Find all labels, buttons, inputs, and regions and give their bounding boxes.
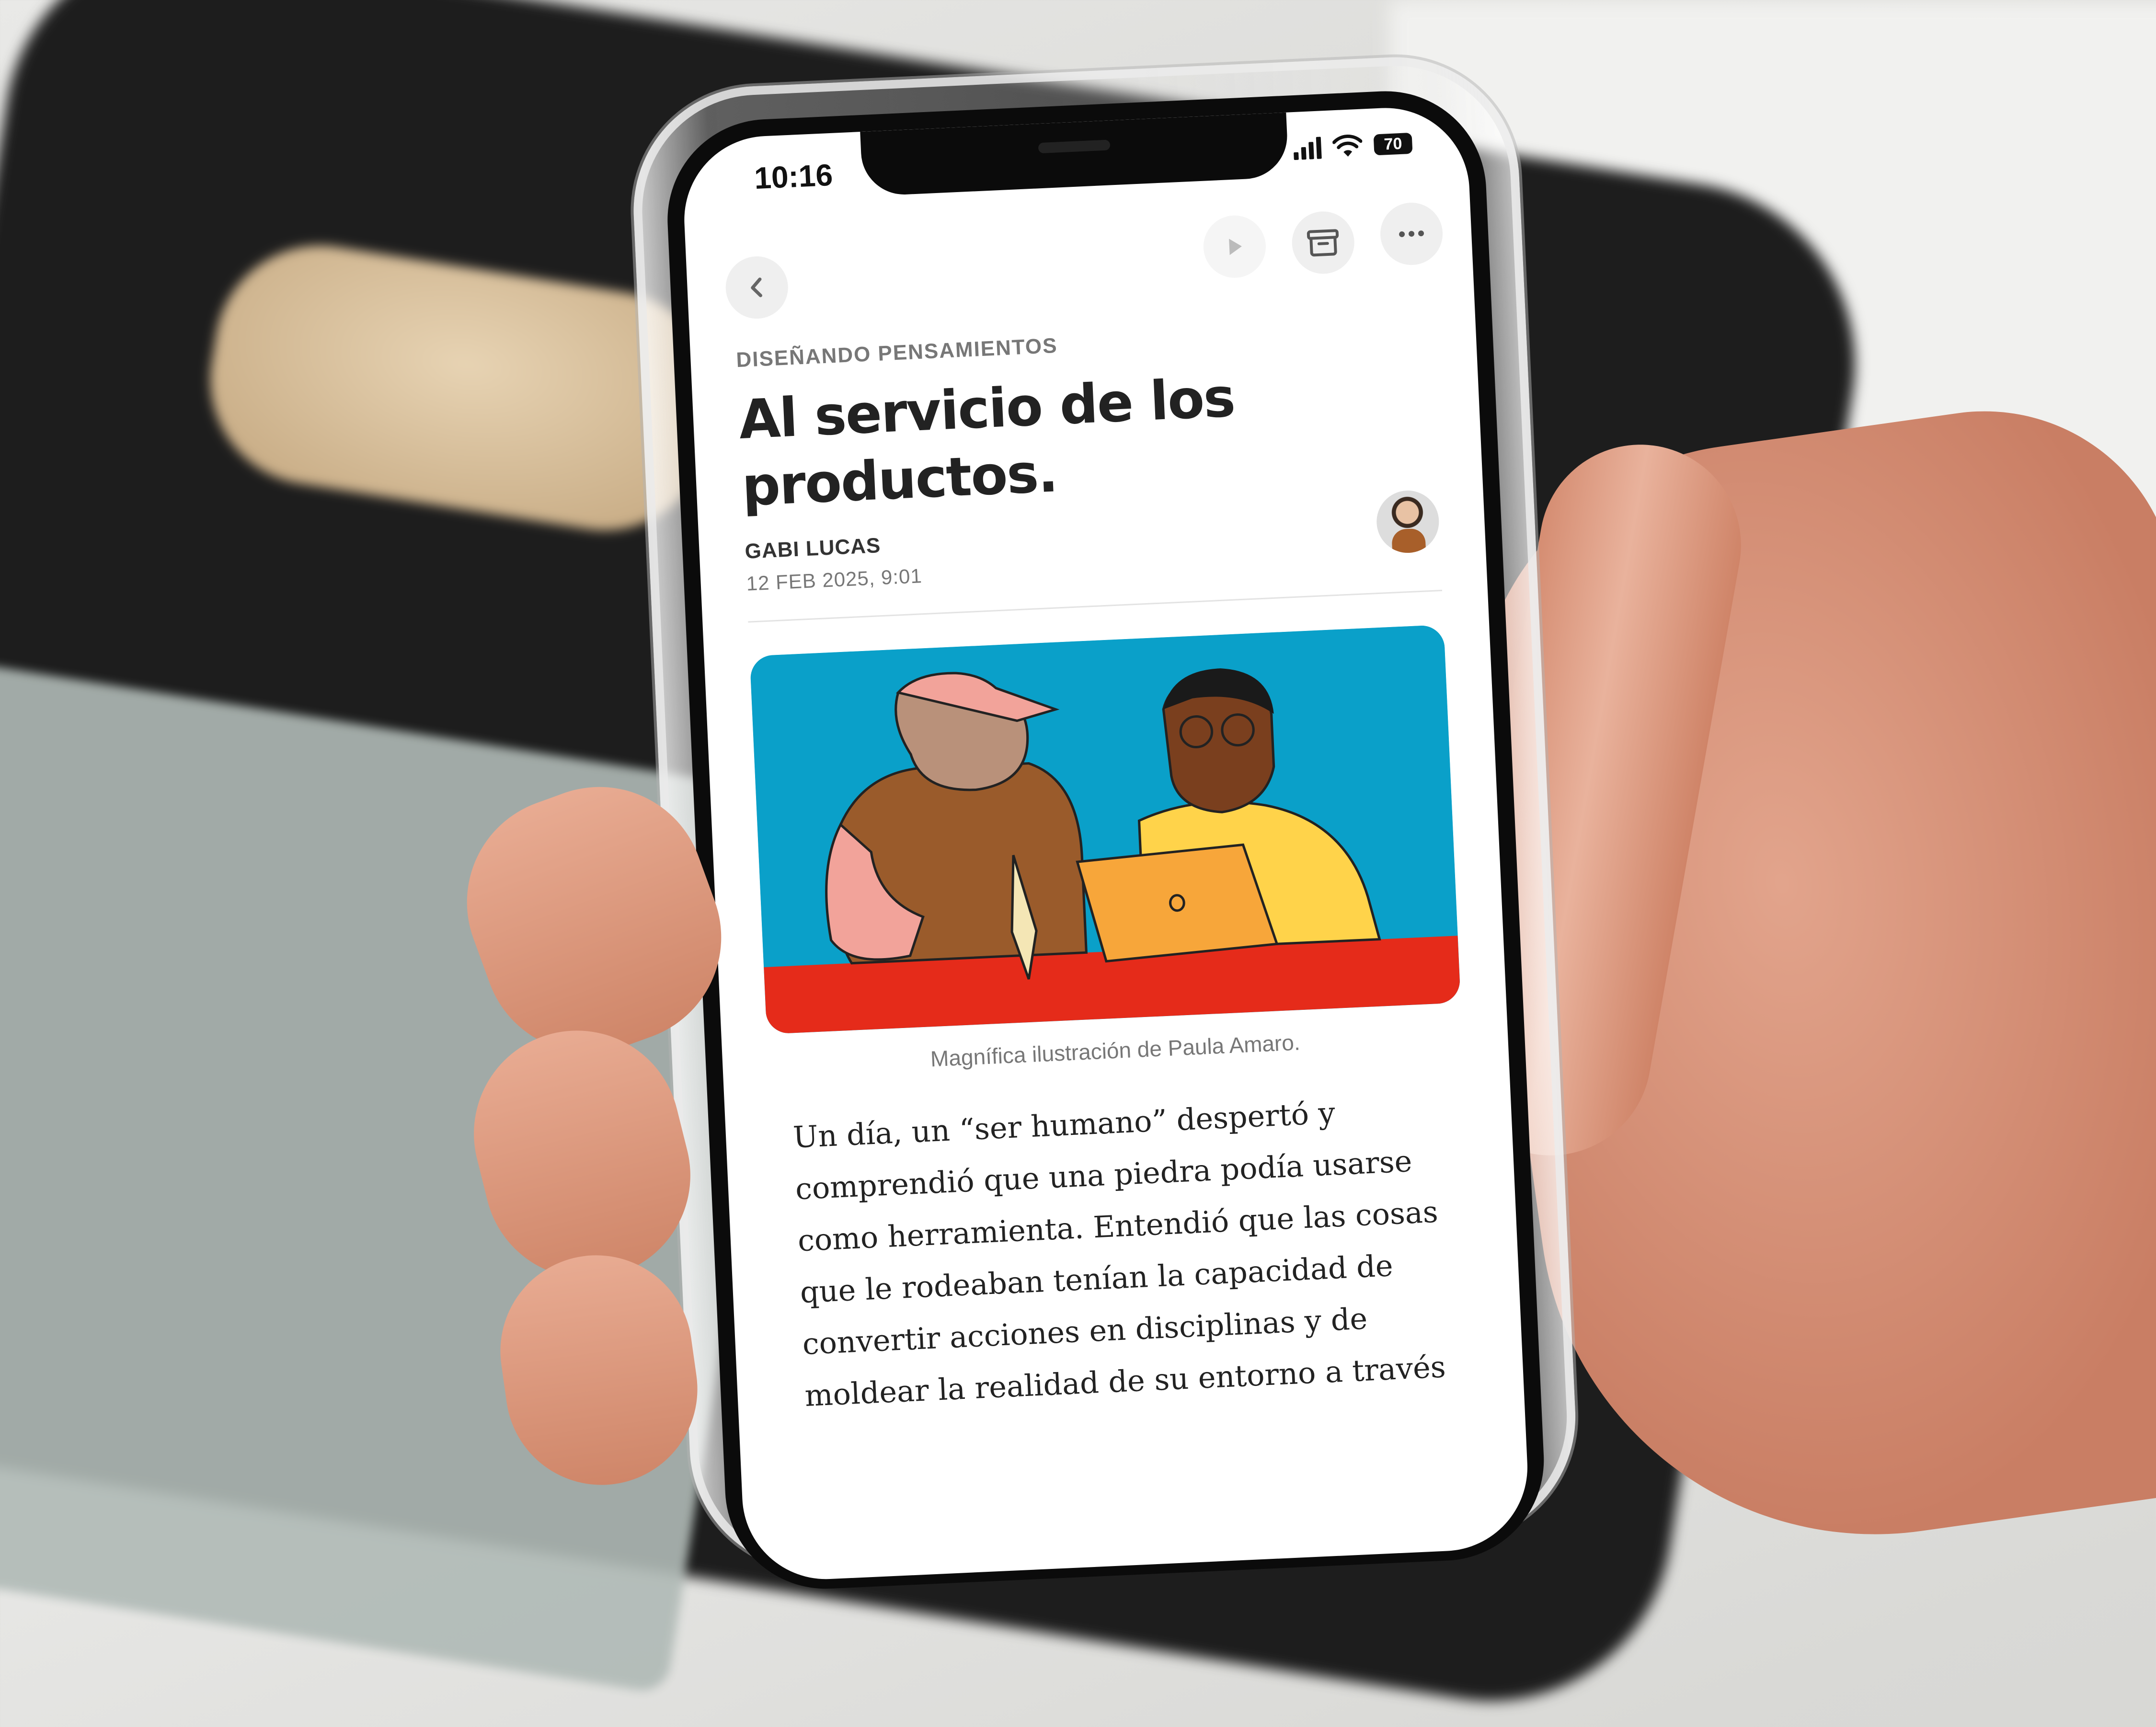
illustration-drawing [749,624,1461,1034]
archive-box-icon [1307,229,1339,257]
status-time: 10:16 [753,157,834,196]
play-button[interactable] [1202,214,1267,279]
chevron-left-icon [751,277,763,297]
wifi-icon [1332,135,1363,157]
archive-button[interactable] [1290,210,1356,275]
article: DISEÑANDO PENSAMIENTOS Al servicio de lo… [735,317,1478,1423]
signal-icon [1293,136,1322,160]
play-icon [1229,239,1242,255]
ellipsis-icon [1399,230,1424,237]
back-button[interactable] [724,255,790,320]
battery-icon: 70 [1373,132,1413,156]
byline: GABI LUCAS 12 FEB 2025, 9:01 [745,489,1442,607]
article-body: Un día, un “ser humano” despertó y compr… [792,1095,1446,1413]
status-icons: 70 [1293,132,1413,160]
phone-screen: 10:16 70 DISEÑANDO PENSAMIENTOS Al servi… [680,104,1531,1583]
toolbar [714,201,1445,320]
phone: 10:16 70 DISEÑANDO PENSAMIENTOS Al servi… [628,52,1581,1593]
more-button[interactable] [1379,201,1444,266]
article-illustration [749,624,1461,1034]
image-caption: Magnífica ilustración de Paula Amaro. [929,1029,1301,1072]
article-title: Al servicio de los productos. [737,366,1236,518]
